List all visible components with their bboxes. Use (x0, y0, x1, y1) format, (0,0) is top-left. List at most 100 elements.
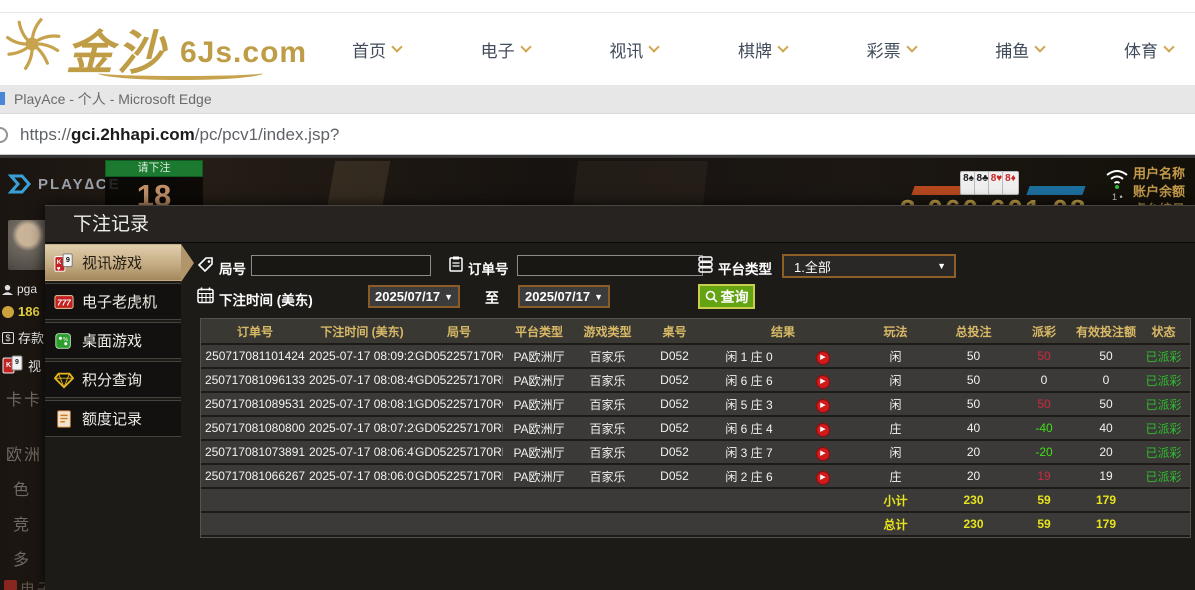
lobby-video-games[interactable]: K 9 视 (2, 354, 41, 376)
document-icon (54, 409, 74, 429)
play-video-button[interactable]: ▶ (816, 351, 830, 365)
nav-item-fishing[interactable]: 捕鱼 (995, 37, 1044, 62)
play-video-button[interactable]: ▶ (816, 447, 830, 461)
cell-table-number: D052 (640, 441, 709, 463)
avatar (8, 220, 48, 270)
play-video-button[interactable]: ▶ (816, 375, 830, 389)
cell-table-number: D052 (640, 417, 709, 439)
cards-icon: K 9 (2, 354, 24, 376)
cell-result: 闲 3 庄 7 (709, 441, 789, 463)
lobby-username-text: pga (17, 282, 37, 296)
cell-payout: 0 (1013, 369, 1075, 391)
play-video-button[interactable]: ▶ (816, 423, 830, 437)
col-game-type: 游戏类型 (575, 319, 640, 343)
sidebar-item-quota-records[interactable]: 额度记录 (45, 400, 181, 437)
nav-item-home[interactable]: 首页 (352, 37, 401, 62)
play-video-button[interactable]: ▶ (816, 471, 830, 485)
cell-payout: 50 (1013, 345, 1075, 367)
nav-label: 体育 (1124, 37, 1158, 62)
nav-label: 捕鱼 (995, 37, 1029, 62)
sidebar-label: 视讯游戏 (82, 252, 142, 273)
svg-text:K: K (6, 362, 11, 369)
platform-layers-icon (697, 256, 714, 273)
date-from-picker[interactable]: 2025/07/17 ▼ (368, 285, 460, 308)
cell-empty (575, 489, 640, 511)
nav-item-cards[interactable]: 棋牌 (738, 37, 787, 62)
chevron-down-icon (1163, 41, 1174, 52)
cell-result: 闲 1 庄 0 (709, 345, 789, 367)
cell-replay: ▶ (789, 345, 857, 367)
col-round-number: 局号 (415, 319, 503, 343)
cell-empty (201, 489, 309, 511)
sidebar-item-slot-machines[interactable]: 777 电子老虎机 (45, 283, 181, 320)
lobby-menu-item[interactable]: 卡卡 (6, 386, 42, 410)
lobby-menu-item[interactable]: 色 (13, 476, 31, 500)
cell-replay: ▶ (789, 417, 857, 439)
dealt-cards: 8♠ 8♣ 8♥ 8♦ (963, 171, 1019, 195)
cell-table-number: D052 (640, 465, 709, 487)
chevron-down-icon (777, 41, 788, 52)
cell-order-number: 250717081089531 (201, 393, 309, 415)
cell-valid-bet: 19 (1075, 465, 1137, 487)
sidebar-item-video-games[interactable]: K ♥ 9 视讯游戏 (45, 244, 181, 281)
table-row: 2507170810961332025-07-17 08:08:49GD0522… (201, 369, 1190, 391)
cell-empty (415, 489, 503, 511)
url-text[interactable]: https://gci.2hhapi.com/pc/pcv1/index.jsp… (20, 114, 339, 155)
table-row: 2507170810808002025-07-17 08:07:23GD0522… (201, 417, 1190, 439)
cell-status: 已派彩 (1137, 441, 1190, 463)
cell-table-number: D052 (640, 345, 709, 367)
cell-result: 闲 6 庄 4 (709, 417, 789, 439)
cell-total-bet: 20 (934, 465, 1013, 487)
cell-empty (789, 513, 857, 535)
deposit-button[interactable]: $ 存款 (2, 328, 44, 347)
cell-result: 闲 6 庄 6 (709, 369, 789, 391)
main-nav: 首页 电子 视讯 棋牌 彩票 捕鱼 体育 (330, 13, 1187, 85)
play-video-button[interactable]: ▶ (816, 399, 830, 413)
lobby-menu-item[interactable]: 欧洲 (6, 441, 42, 465)
svg-text:9: 9 (15, 359, 19, 366)
cell-valid-bet: 50 (1075, 393, 1137, 415)
chevron-down-icon (906, 41, 917, 52)
cell-bet-time: 2025-07-17 08:08:49 (309, 369, 415, 391)
date-to-picker[interactable]: 2025/07/17 ▼ (518, 285, 610, 308)
dice-icon: % (54, 331, 74, 351)
cell-game-type: 百家乐 (575, 465, 640, 487)
cell-play-type: 闲 (857, 345, 934, 367)
cell-empty (503, 513, 575, 535)
cell-order-number: 250717081080800 (201, 417, 309, 439)
nav-item-sports[interactable]: 体育 (1124, 37, 1173, 62)
order-number-input[interactable] (517, 255, 703, 276)
cell-empty (309, 513, 415, 535)
cell-play-type: 庄 (857, 465, 934, 487)
bet-records-modal: 下注记录 K ♥ 9 视讯游戏 777 电子老虎机 % (45, 205, 1195, 590)
sidebar-item-table-games[interactable]: % 桌面游戏 (45, 322, 181, 359)
sidebar-label: 桌面游戏 (82, 330, 142, 351)
cell-platform-type: PA欧洲厅 (503, 393, 575, 415)
col-platform-type: 平台类型 (503, 319, 575, 343)
cell-summary-valid: 179 (1075, 489, 1137, 511)
lobby-menu-item[interactable]: 竞 (13, 511, 31, 535)
deposit-label: 存款 (18, 328, 44, 347)
cell-play-type: 庄 (857, 417, 934, 439)
sidebar-item-points-inquiry[interactable]: 积分查询 (45, 361, 181, 398)
date-from-value: 2025/07/17 (375, 289, 440, 304)
cell-replay: ▶ (789, 441, 857, 463)
playace-logo: PLAY∆CE (8, 172, 121, 196)
window-title: PlayAce - 个人 - Microsoft Edge (14, 85, 212, 114)
cell-empty (1137, 513, 1190, 535)
col-order-number: 订单号 (201, 319, 309, 343)
lobby-menu-item[interactable]: 多 (13, 546, 31, 570)
cell-payout: -40 (1013, 417, 1075, 439)
user-icon (2, 284, 13, 295)
nav-label: 棋牌 (738, 37, 772, 62)
search-button[interactable]: 查询 (698, 284, 755, 309)
nav-label: 视讯 (609, 37, 643, 62)
nav-item-lottery[interactable]: 彩票 (867, 37, 916, 62)
round-number-input[interactable] (251, 255, 431, 276)
cell-platform-type: PA欧洲厅 (503, 345, 575, 367)
playace-mark-icon (8, 172, 32, 196)
platform-type-select[interactable]: 1.全部 ▼ (782, 254, 956, 278)
nav-item-slots[interactable]: 电子 (481, 37, 530, 62)
wifi-signal-icon (1104, 166, 1130, 190)
nav-item-live[interactable]: 视讯 (609, 37, 658, 62)
